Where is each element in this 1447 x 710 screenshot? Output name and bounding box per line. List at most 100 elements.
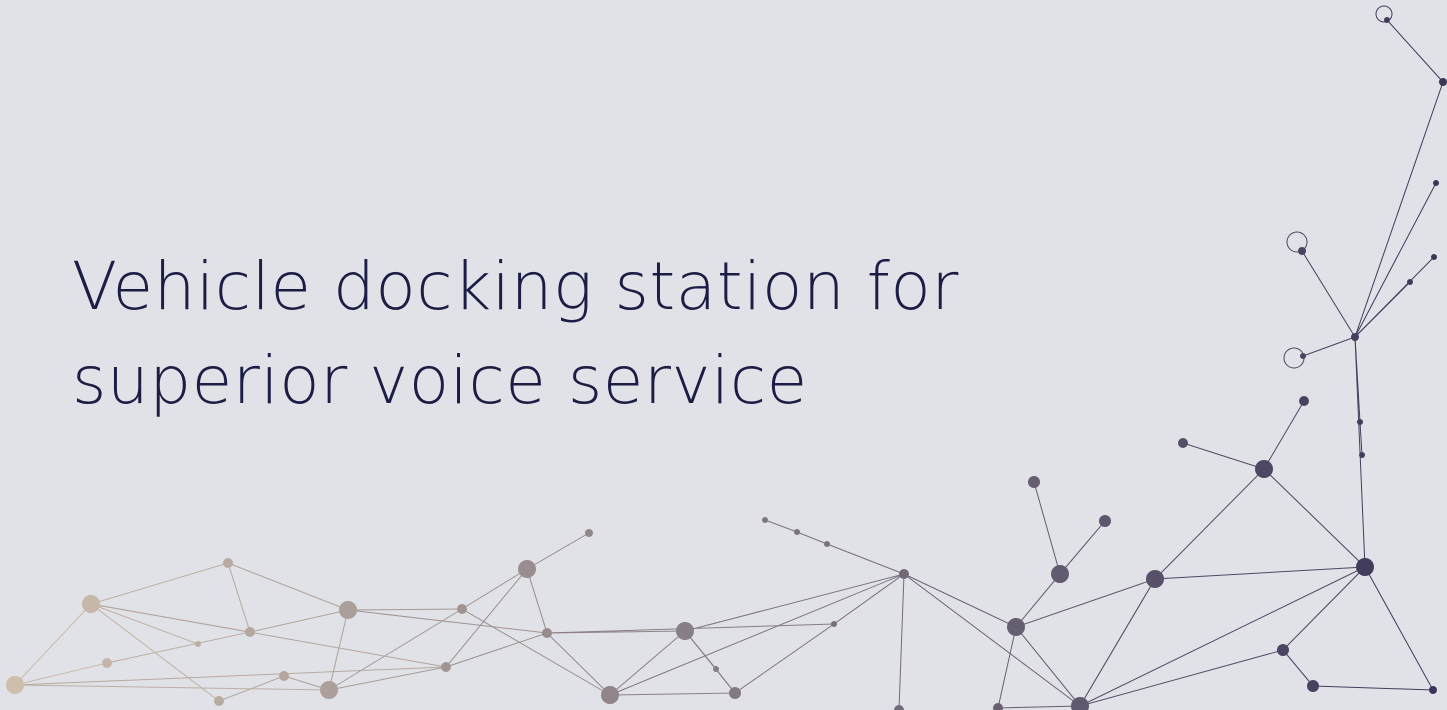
network-node	[1356, 558, 1374, 576]
network-edge	[1182, 442, 1265, 470]
network-node	[1307, 680, 1319, 692]
network-edge	[1302, 336, 1356, 357]
network-node	[729, 687, 741, 699]
network-node	[762, 517, 768, 523]
network-node	[1431, 254, 1437, 260]
network-node	[1255, 460, 1273, 478]
network-node	[794, 529, 800, 535]
network-node	[894, 705, 904, 710]
network-node	[1007, 618, 1025, 636]
network-edge	[1301, 250, 1356, 338]
network-edge	[1059, 520, 1106, 575]
network-node	[585, 529, 593, 537]
network-edge	[764, 519, 798, 533]
network-node	[713, 666, 719, 672]
network-node	[831, 621, 837, 627]
network-node	[457, 604, 467, 614]
network-edge	[1263, 468, 1366, 568]
network-edge	[997, 705, 1081, 709]
network-node	[1277, 644, 1289, 656]
network-edge	[1354, 336, 1361, 423]
network-node	[339, 601, 357, 619]
network-edge	[14, 603, 92, 686]
network-edge	[997, 626, 1017, 709]
network-edge	[1079, 566, 1366, 707]
network-edge	[526, 568, 548, 634]
network-edge	[609, 573, 905, 696]
network-edge	[90, 562, 229, 605]
network-edge	[1079, 649, 1284, 707]
network-node	[542, 628, 552, 638]
network-edge	[461, 568, 528, 610]
network-edge	[826, 543, 905, 575]
network-edge	[609, 630, 686, 696]
network-node	[441, 662, 451, 672]
network-node	[1051, 565, 1069, 583]
network-edge	[903, 573, 1017, 628]
network-edge	[227, 562, 349, 611]
network-edge	[1033, 481, 1061, 575]
network-node	[899, 569, 909, 579]
network-edge	[526, 532, 590, 570]
network-edge	[1354, 281, 1411, 338]
network-edge	[461, 608, 611, 696]
network-edge	[1282, 649, 1314, 687]
network-edge	[684, 573, 905, 632]
network-edge	[1263, 400, 1305, 470]
network-edge	[90, 603, 447, 668]
network-node	[1146, 570, 1164, 588]
network-edge	[249, 609, 349, 633]
network-edge	[347, 609, 548, 634]
network-node	[6, 676, 24, 694]
network-node	[279, 671, 289, 681]
network-edge	[328, 666, 447, 691]
network-edge	[609, 692, 736, 696]
network-node	[1351, 333, 1359, 341]
network-node	[1178, 438, 1188, 448]
network-node	[993, 703, 1003, 710]
network-node	[1299, 396, 1309, 406]
network-node	[518, 560, 536, 578]
network-edge	[445, 568, 528, 668]
network-edge	[227, 562, 251, 633]
network-ring	[1375, 5, 1393, 23]
network-edge	[14, 684, 330, 691]
network-edge	[1154, 468, 1265, 580]
network-node	[1429, 686, 1437, 694]
network-node	[223, 558, 233, 568]
network-edge	[734, 623, 835, 694]
network-edge	[796, 531, 828, 545]
network-node	[82, 595, 100, 613]
network-node	[1433, 180, 1439, 186]
slide-title: Vehicle docking station for superior voi…	[72, 248, 959, 419]
network-node	[1439, 78, 1447, 86]
network-edge	[903, 573, 1081, 707]
network-edge	[328, 609, 349, 691]
network-node	[320, 681, 338, 699]
network-node	[676, 622, 694, 640]
network-edge	[347, 608, 463, 611]
network-edge	[1282, 566, 1366, 651]
network-edge	[1354, 182, 1437, 338]
slide: Vehicle docking station for superior voi…	[0, 0, 1447, 710]
network-node	[1407, 279, 1413, 285]
network-node	[601, 686, 619, 704]
network-node	[1099, 515, 1111, 527]
network-node	[1359, 452, 1365, 458]
network-edge	[1364, 566, 1434, 691]
network-node	[102, 658, 112, 668]
network-ring	[1286, 231, 1308, 253]
network-edge	[898, 573, 905, 710]
network-edge	[1386, 19, 1444, 83]
network-edge	[1079, 578, 1156, 707]
network-edge	[1154, 566, 1366, 580]
network-edge	[1354, 81, 1444, 338]
network-edge	[90, 603, 199, 645]
network-node	[214, 696, 224, 706]
network-edge	[1015, 626, 1081, 707]
network-node	[195, 641, 201, 647]
network-node	[824, 541, 830, 547]
network-edge	[1354, 336, 1366, 568]
network-edge	[1312, 685, 1434, 691]
network-node	[1028, 476, 1040, 488]
